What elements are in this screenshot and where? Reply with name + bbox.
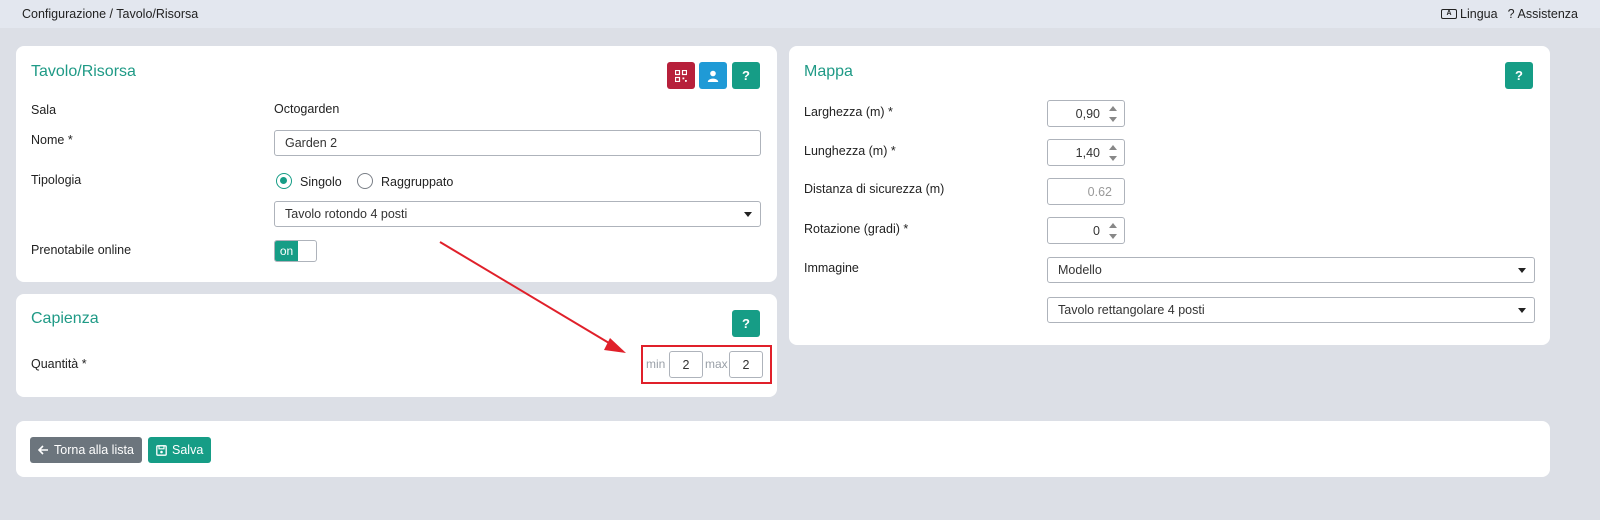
min-value: 2 xyxy=(682,357,690,372)
lunghezza-value: 1,40 xyxy=(1075,146,1100,160)
question-icon: ? xyxy=(742,68,750,83)
help-label: Assistenza xyxy=(1517,7,1578,21)
radio-raggruppato[interactable] xyxy=(357,173,373,189)
caret-down-icon xyxy=(744,212,752,217)
tavolo-card: Tavolo/Risorsa ? Sala Octogarden Nome * … xyxy=(16,46,777,282)
radio-singolo[interactable] xyxy=(276,173,292,189)
back-to-list-button[interactable]: Torna alla lista xyxy=(30,437,142,463)
distanza-input: 0.62 xyxy=(1047,178,1125,205)
prenotabile-label: Prenotabile online xyxy=(31,243,132,257)
modello-select[interactable]: Tavolo rotondo 4 posti xyxy=(274,201,761,227)
topbar-actions: A Lingua ? Assistenza xyxy=(1441,7,1578,21)
user-button[interactable] xyxy=(699,62,727,89)
quantita-label: Quantità * xyxy=(31,357,87,371)
immagine-label: Immagine xyxy=(804,261,859,275)
min-label: min xyxy=(646,357,666,371)
modello-select-value: Tavolo rotondo 4 posti xyxy=(285,207,408,221)
max-label: max xyxy=(705,357,728,371)
immagine-modello-value: Tavolo rettangolare 4 posti xyxy=(1058,303,1205,317)
larghezza-value: 0,90 xyxy=(1075,107,1100,121)
max-input[interactable]: 2 xyxy=(729,351,763,378)
mappa-title: Mappa xyxy=(804,63,853,80)
distanza-label: Distanza di sicurezza (m) xyxy=(804,182,945,196)
max-value: 2 xyxy=(742,357,750,372)
actions-card: Torna alla lista Salva xyxy=(16,421,1550,477)
nome-input[interactable]: Garden 2 xyxy=(274,130,761,156)
immagine-select[interactable]: Modello xyxy=(1047,257,1535,283)
quantita-minmax-group: min 2 max 2 xyxy=(641,345,772,384)
nome-input-value: Garden 2 xyxy=(285,136,338,150)
mappa-card: Mappa ? Larghezza (m) * 0,90 Lunghezza (… xyxy=(789,46,1550,345)
caret-down-icon xyxy=(1518,268,1526,273)
user-icon xyxy=(707,70,719,82)
question-icon: ? xyxy=(1507,7,1515,21)
floppy-disk-icon xyxy=(156,444,167,456)
rotazione-value: 0 xyxy=(1093,224,1100,238)
qr-code-icon xyxy=(675,69,687,82)
save-button[interactable]: Salva xyxy=(148,437,212,463)
nome-label: Nome * xyxy=(31,133,73,147)
radio-singolo-label[interactable]: Singolo xyxy=(300,175,342,189)
sala-value: Octogarden xyxy=(274,102,340,116)
radio-raggruppato-label[interactable]: Raggruppato xyxy=(381,175,453,189)
prenotabile-toggle[interactable]: on xyxy=(274,240,317,262)
sala-label: Sala xyxy=(31,103,57,117)
min-input[interactable]: 2 xyxy=(669,351,703,378)
language-icon: A xyxy=(1441,9,1458,19)
breadcrumb: Configurazione / Tavolo/Risorsa xyxy=(22,7,199,21)
question-icon: ? xyxy=(742,316,750,331)
language-link[interactable]: A Lingua xyxy=(1441,7,1498,21)
topbar: Configurazione / Tavolo/Risorsa A Lingua… xyxy=(0,0,1600,28)
save-button-label: Salva xyxy=(172,443,204,457)
spinner-icon[interactable] xyxy=(1109,105,1117,123)
larghezza-label: Larghezza (m) * xyxy=(804,105,893,119)
lunghezza-input[interactable]: 1,40 xyxy=(1047,139,1125,166)
tipologia-label: Tipologia xyxy=(31,173,82,187)
back-button-label: Torna alla lista xyxy=(54,443,134,457)
immagine-select-value: Modello xyxy=(1058,263,1102,277)
toggle-on-label: on xyxy=(275,241,298,261)
tavolo-help-button[interactable]: ? xyxy=(732,62,760,89)
mappa-help-button[interactable]: ? xyxy=(1505,62,1533,89)
distanza-value: 0.62 xyxy=(1087,185,1112,199)
caret-down-icon xyxy=(1518,308,1526,313)
rotazione-input[interactable]: 0 xyxy=(1047,217,1125,244)
larghezza-input[interactable]: 0,90 xyxy=(1047,100,1125,127)
language-label: Lingua xyxy=(1460,7,1498,21)
lunghezza-label: Lunghezza (m) * xyxy=(804,144,896,158)
spinner-icon[interactable] xyxy=(1109,222,1117,240)
arrow-left-icon xyxy=(38,445,48,455)
help-link[interactable]: ? Assistenza xyxy=(1508,7,1578,21)
capienza-help-button[interactable]: ? xyxy=(732,310,760,337)
spinner-icon[interactable] xyxy=(1109,144,1117,162)
immagine-modello-select[interactable]: Tavolo rettangolare 4 posti xyxy=(1047,297,1535,323)
qr-code-button[interactable] xyxy=(667,62,695,89)
question-icon: ? xyxy=(1515,68,1523,83)
rotazione-label: Rotazione (gradi) * xyxy=(804,222,909,236)
tavolo-title: Tavolo/Risorsa xyxy=(31,63,136,80)
capienza-title: Capienza xyxy=(31,310,99,327)
